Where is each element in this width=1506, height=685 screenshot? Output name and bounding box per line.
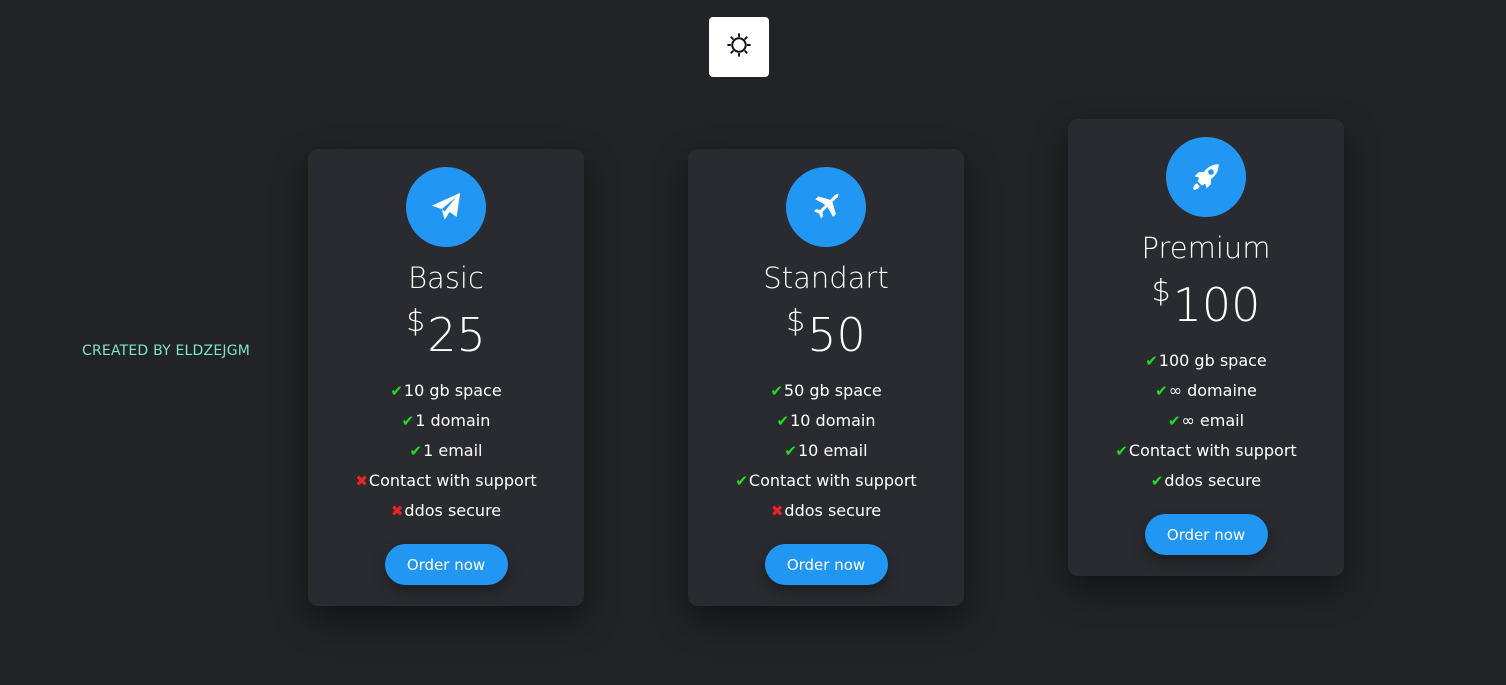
plan-name: Premium xyxy=(1141,231,1271,265)
feature-item: ✖ ddos secure xyxy=(735,496,916,526)
feature-item: ✖ Contact with support xyxy=(355,466,536,496)
feature-item: ✔ ∞ domaine xyxy=(1115,376,1296,406)
plane-icon xyxy=(786,167,866,247)
order-now-button[interactable]: Order now xyxy=(764,544,888,585)
feature-text: Contact with support xyxy=(748,471,917,490)
feature-text: 10 gb space xyxy=(403,381,502,400)
rocket-icon xyxy=(1166,137,1246,217)
feature-item: ✔ 1 domain xyxy=(355,406,536,436)
check-icon: ✔ xyxy=(409,442,423,460)
currency-symbol: $ xyxy=(786,304,806,339)
check-icon: ✔ xyxy=(1145,352,1158,370)
plan-card-standart: Standart $ 50 ✔ 50 gb space ✔ 10 domain ✔ 1… xyxy=(688,149,964,606)
feature-item: ✔ 100 gb space xyxy=(1115,346,1296,376)
feature-item: ✔ 1 email xyxy=(355,436,536,466)
order-now-button[interactable]: Order now xyxy=(384,544,508,585)
plan-price: $ 100 xyxy=(1151,273,1261,332)
feature-list: ✔ 10 gb space ✔ 1 domain ✔ 1 email ✖ Contact… xyxy=(355,376,536,526)
check-icon: ✔ xyxy=(401,412,415,430)
cross-icon: ✖ xyxy=(355,472,368,490)
feature-text: ddos secure xyxy=(784,501,882,520)
order-now-button[interactable]: Order now xyxy=(1144,514,1268,555)
check-icon: ✔ xyxy=(776,412,790,430)
cross-icon: ✖ xyxy=(390,502,404,520)
theme-toggle-button[interactable] xyxy=(709,17,769,77)
feature-text: Contact with support xyxy=(368,471,537,490)
plan-price: $ 50 xyxy=(786,303,866,362)
check-icon: ✔ xyxy=(735,472,748,490)
feature-item: ✔ Contact with support xyxy=(1115,436,1296,466)
check-icon: ✔ xyxy=(770,382,783,400)
check-icon: ✔ xyxy=(390,382,403,400)
feature-item: ✔ 10 gb space xyxy=(355,376,536,406)
check-icon: ✔ xyxy=(1115,442,1128,460)
feature-text: ∞ domaine xyxy=(1168,381,1257,400)
plan-card-basic: Basic $ 25 ✔ 10 gb space ✔ 1 domain ✔ 1 ema… xyxy=(308,149,584,606)
feature-text: 50 gb space xyxy=(783,381,882,400)
feature-item: ✔ 10 domain xyxy=(735,406,916,436)
feature-list: ✔ 50 gb space ✔ 10 domain ✔ 10 email ✔ Conta… xyxy=(735,376,916,526)
feature-item: ✔ Contact with support xyxy=(735,466,916,496)
feature-text: ddos secure xyxy=(1164,471,1262,490)
currency-symbol: $ xyxy=(406,304,426,339)
plan-name: Basic xyxy=(408,261,484,295)
price-amount: 100 xyxy=(1172,278,1261,332)
plan-price: $ 25 xyxy=(406,303,486,362)
feature-text: 1 email xyxy=(423,441,483,460)
sun-icon xyxy=(726,32,752,62)
feature-text: 10 email xyxy=(798,441,868,460)
feature-item: ✔ 50 gb space xyxy=(735,376,916,406)
currency-symbol: $ xyxy=(1151,274,1171,309)
price-amount: 25 xyxy=(427,308,486,362)
check-icon: ✔ xyxy=(1155,382,1168,400)
check-icon: ✔ xyxy=(1150,472,1164,490)
plan-name: Standart xyxy=(763,261,889,295)
check-icon: ✔ xyxy=(784,442,797,460)
feature-list: ✔ 100 gb space ✔ ∞ domaine ✔ ∞ email ✔ Conta… xyxy=(1115,346,1296,496)
feature-text: 1 domain xyxy=(415,411,491,430)
feature-item: ✔ ∞ email xyxy=(1115,406,1296,436)
feature-item: ✖ ddos secure xyxy=(355,496,536,526)
feature-item: ✔ 10 email xyxy=(735,436,916,466)
feature-text: ddos secure xyxy=(404,501,502,520)
credit-text: CREATED BY ELDZEJGM xyxy=(82,343,251,359)
plan-card-premium: Premium $ 100 ✔ 100 gb space ✔ ∞ domaine ✔… xyxy=(1068,119,1344,576)
feature-text: Contact with support xyxy=(1128,441,1297,460)
paper-plane-icon xyxy=(406,167,486,247)
cross-icon: ✖ xyxy=(770,502,784,520)
price-amount: 50 xyxy=(807,308,866,362)
feature-text: ∞ email xyxy=(1181,411,1245,430)
feature-text: 100 gb space xyxy=(1158,351,1267,370)
feature-text: 10 domain xyxy=(790,411,876,430)
feature-item: ✔ ddos secure xyxy=(1115,466,1296,496)
check-icon: ✔ xyxy=(1167,412,1181,430)
